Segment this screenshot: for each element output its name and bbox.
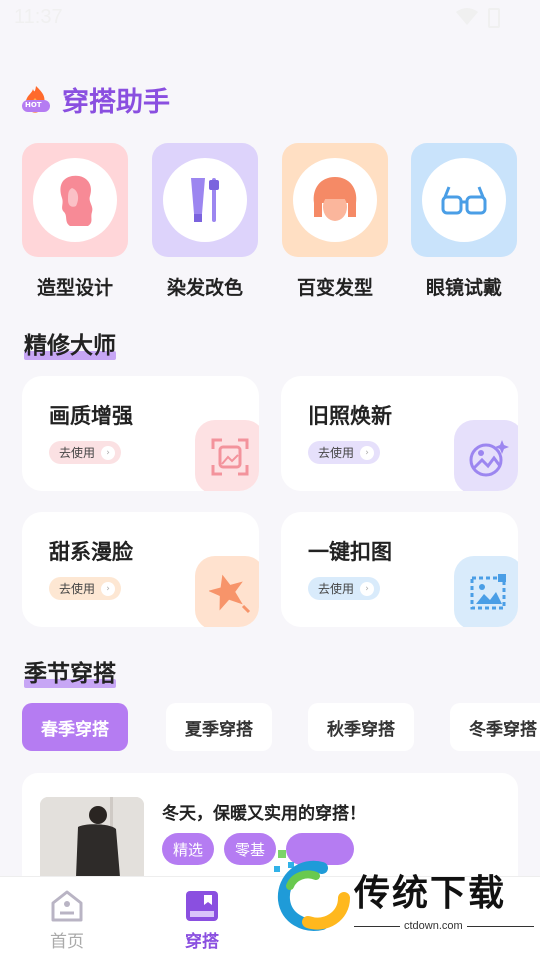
tool-label: 百变发型 [296,277,373,299]
feature-card-restore[interactable]: 旧照焕新 去使用 › [281,376,518,491]
hair-silhouette-icon [60,175,93,226]
nav-outfit[interactable]: 穿搭 [167,889,237,952]
nav-home-label: 首页 [50,932,84,952]
tab-autumn[interactable]: 秋季穿搭 [308,703,414,751]
tool-hair-dye[interactable]: 染发改色 [152,143,258,300]
watermark: 传统下载 ctdown.com [262,840,540,936]
status-icons [456,8,500,28]
chevron-right-icon: › [360,581,375,596]
tool-circle [293,158,377,242]
chevron-right-icon: › [101,581,116,596]
outfit-book-icon [186,891,218,921]
tab-spring[interactable]: 春季穿搭 [22,703,128,751]
tool-card[interactable] [152,143,258,257]
use-button-label: 去使用 [318,446,355,460]
chevron-right-icon: › [101,445,116,460]
section-heading-season: 季节穿搭 [24,654,116,688]
feature-card-cutout[interactable]: 一键扣图 去使用 › [281,512,518,627]
tool-style-design[interactable]: 造型设计 [22,143,128,300]
feature-title: 旧照焕新 [308,404,392,428]
outfit-tag[interactable]: 精选 [162,833,215,865]
tool-glasses[interactable]: 眼镜试戴 [411,143,517,300]
star-icon [195,556,259,627]
use-button-label: 去使用 [59,582,96,596]
feature-title: 画质增强 [49,404,133,428]
image-enhance-icon [195,420,259,491]
wifi-icon [456,8,478,25]
nav-home[interactable]: 首页 [32,889,102,952]
hair-dye-tube-icon [191,178,219,222]
tool-label: 造型设计 [36,277,113,299]
watermark-text: 传统下载 [354,873,507,914]
feature-title: 甜系漫脸 [49,540,133,564]
hairstyle-icon [313,177,357,221]
tab-winter[interactable]: 冬季穿搭 [450,703,540,751]
feature-card-cartoon[interactable]: 甜系漫脸 去使用 › [22,512,259,627]
feature-title: 一键扣图 [308,540,392,564]
watermark-logo-icon [274,850,350,931]
page-title: 穿搭助手 [62,87,170,118]
tool-hairstyle[interactable]: 百变发型 [282,143,388,300]
hot-badge: HOT [25,100,42,109]
outfit-title: 冬天，保暖又实用的穿搭！ [162,804,366,824]
nav-outfit-label: 穿搭 [185,932,219,952]
cutout-icon [454,556,518,627]
section-heading-text: 精修大师 [24,333,116,359]
use-button[interactable]: 去使用 › [308,441,381,464]
tool-card[interactable] [22,143,128,257]
photo-restore-icon [454,420,518,491]
tool-circle [422,158,506,242]
use-button[interactable]: 去使用 › [49,441,122,464]
app-header: HOT 穿搭助手 [22,80,170,119]
tool-label: 眼镜试戴 [425,277,502,299]
section-heading-text: 季节穿搭 [24,661,116,687]
feature-card-enhance[interactable]: 画质增强 去使用 › [22,376,259,491]
glasses-icon [441,186,487,215]
use-button[interactable]: 去使用 › [308,577,381,600]
watermark-url: ctdown.com [400,920,467,932]
section-heading-master: 精修大师 [24,326,116,360]
tool-circle [163,158,247,242]
battery-icon [488,8,500,28]
season-tabs: 春季穿搭 夏季穿搭 秋季穿搭 冬季穿搭 [22,703,540,753]
use-button-label: 去使用 [59,446,96,460]
tool-card[interactable] [282,143,388,257]
status-time: 11:37 [14,6,63,28]
tool-circle [33,158,117,242]
tool-card[interactable] [411,143,517,257]
chevron-right-icon: › [360,445,375,460]
tool-label: 染发改色 [166,277,243,299]
home-icon [51,890,83,922]
hot-fire-icon: HOT [22,84,54,116]
use-button-label: 去使用 [318,582,355,596]
status-bar: 11:37 [0,0,540,36]
use-button[interactable]: 去使用 › [49,577,122,600]
tab-summer[interactable]: 夏季穿搭 [166,703,272,751]
